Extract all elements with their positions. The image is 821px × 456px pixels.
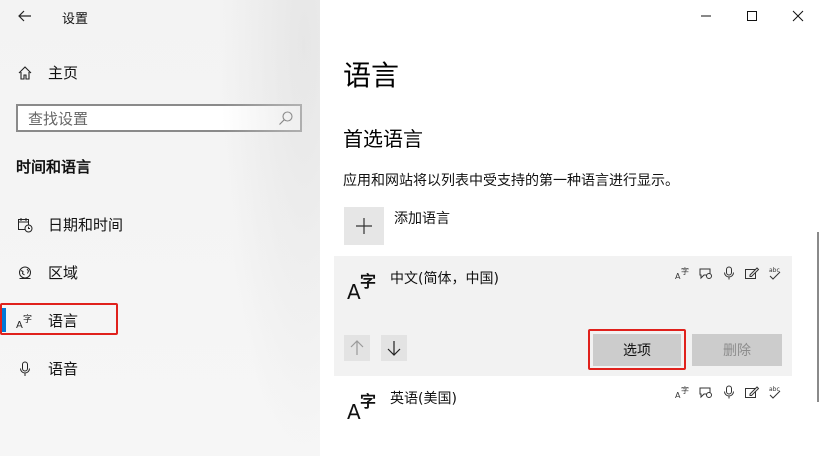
- maximize-button[interactable]: [729, 0, 775, 32]
- language-glyph-icon: A字: [346, 390, 380, 426]
- description-text: 应用和网站将以列表中受支持的第一种语言进行显示。: [343, 173, 679, 189]
- language-name: 中文(简体，中国): [390, 271, 499, 287]
- sidebar-item-home[interactable]: 主页: [16, 62, 78, 83]
- back-button[interactable]: [12, 4, 38, 28]
- sidebar-item-label: 主页: [48, 64, 79, 82]
- add-language-label[interactable]: 添加语言: [394, 208, 450, 228]
- sidebar-item-region[interactable]: 区域: [16, 262, 78, 283]
- spellcheck-icon: abc: [767, 265, 783, 281]
- display-language-icon: A字: [675, 265, 691, 281]
- handwriting-icon: [744, 384, 760, 400]
- language-features: A字 abc: [675, 265, 783, 281]
- home-icon: [16, 64, 34, 82]
- svg-text:字: 字: [681, 385, 689, 395]
- move-down-button[interactable]: [381, 335, 407, 361]
- remove-button[interactable]: 删除: [692, 334, 782, 366]
- close-icon: [792, 10, 804, 22]
- window-title: 设置: [62, 12, 89, 27]
- spellcheck-icon: abc: [767, 384, 783, 400]
- microphone-icon: [721, 265, 737, 281]
- sidebar: 设置 主页 查找设置 时间和语言 日期和时间 区域 A字 语言 语音: [0, 0, 320, 456]
- section-heading: 首选语言: [343, 127, 423, 151]
- svg-text:字: 字: [360, 272, 376, 291]
- sidebar-item-speech[interactable]: 语音: [16, 358, 78, 379]
- section-title: 时间和语言: [16, 158, 92, 176]
- svg-text:A: A: [347, 280, 361, 302]
- sidebar-item-label: 语音: [48, 360, 79, 378]
- globe-region-icon: [16, 264, 34, 282]
- calendar-clock-icon: [16, 216, 34, 234]
- back-arrow-icon: [18, 10, 31, 22]
- microphone-icon: [721, 384, 737, 400]
- arrow-down-icon: [387, 341, 401, 356]
- svg-text:abc: abc: [769, 267, 780, 274]
- scrollbar[interactable]: [817, 232, 819, 402]
- sidebar-item-label: 日期和时间: [48, 216, 124, 234]
- svg-text:字: 字: [681, 266, 689, 276]
- highlight-box-language: [0, 303, 118, 335]
- svg-text:字: 字: [360, 392, 376, 411]
- display-language-icon: A字: [675, 384, 691, 400]
- search-input[interactable]: 查找设置: [16, 104, 302, 132]
- search-icon[interactable]: [278, 110, 294, 130]
- add-language-button[interactable]: [344, 207, 384, 245]
- svg-text:A: A: [347, 400, 361, 422]
- text-to-speech-icon: [698, 384, 714, 400]
- language-name[interactable]: 英语(美国): [390, 388, 457, 408]
- sidebar-item-label: 区域: [48, 264, 79, 282]
- move-up-button[interactable]: [344, 335, 370, 361]
- arrow-up-icon: [350, 340, 364, 355]
- svg-text:abc: abc: [769, 386, 780, 393]
- minimize-button[interactable]: [683, 0, 729, 32]
- text-to-speech-icon: [698, 265, 714, 281]
- maximize-icon: [747, 11, 757, 21]
- page-title: 语言: [343, 59, 400, 92]
- language-features: A字 abc: [675, 384, 783, 400]
- microphone-icon: [16, 360, 34, 378]
- plus-icon: [356, 218, 372, 234]
- sidebar-item-datetime[interactable]: 日期和时间: [16, 214, 123, 235]
- search-placeholder: 查找设置: [28, 109, 89, 128]
- highlight-box-options: [588, 329, 686, 370]
- language-glyph-icon: A字: [346, 270, 380, 306]
- minimize-icon: [701, 15, 711, 17]
- close-button[interactable]: [775, 0, 821, 32]
- handwriting-icon: [744, 265, 760, 281]
